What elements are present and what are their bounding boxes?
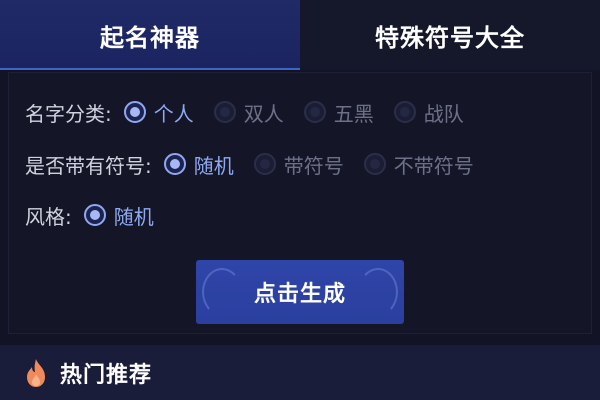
option-label: 随机 <box>193 153 234 178</box>
option-label: 五黑 <box>333 101 374 126</box>
radio-selected-icon[interactable] <box>83 204 106 226</box>
tab-bar: 起名神器 特殊符号大全 <box>0 0 600 70</box>
category-label: 名字分类: <box>25 101 112 126</box>
category-option-team[interactable]: 战队 <box>393 98 464 127</box>
option-label: 带符号 <box>283 153 344 178</box>
symbol-label: 是否带有符号: <box>25 153 152 178</box>
radio-selected-icon[interactable] <box>123 101 146 123</box>
symbol-option-without[interactable]: 不带符号 <box>363 150 474 179</box>
category-option-duo[interactable]: 双人 <box>213 98 284 127</box>
hot-recommendations-header: 热门推荐 <box>0 345 600 400</box>
option-label: 随机 <box>113 204 154 229</box>
generate-button-label: 点击生成 <box>253 282 346 307</box>
radio-unselected-icon[interactable] <box>393 101 416 123</box>
tab-label: 特殊符号大全 <box>375 23 525 52</box>
style-row: 风格: 随机 <box>25 200 170 230</box>
tab-special-symbols[interactable]: 特殊符号大全 <box>300 0 600 70</box>
radio-unselected-icon[interactable] <box>213 101 236 123</box>
radio-unselected-icon[interactable] <box>363 153 386 175</box>
category-row: 名字分类: 个人 双人 五黑 战队 <box>25 97 480 127</box>
option-label: 战队 <box>423 101 464 126</box>
option-label: 个人 <box>153 101 194 126</box>
option-label: 不带符号 <box>393 153 474 178</box>
category-option-personal[interactable]: 个人 <box>123 98 194 127</box>
symbol-row: 是否带有符号: 随机 带符号 不带符号 <box>25 149 490 179</box>
decor-arc-icon <box>358 268 398 316</box>
flame-icon <box>27 358 45 387</box>
tab-label: 起名神器 <box>100 23 200 52</box>
app-window: 起名神器 特殊符号大全 名字分类: 个人 双人 五黑 战队 是否带有符号: 随机… <box>0 0 600 400</box>
option-label: 双人 <box>243 101 284 126</box>
decor-arc-icon <box>202 268 242 316</box>
hot-section-title: 热门推荐 <box>60 362 153 388</box>
symbol-option-with[interactable]: 带符号 <box>253 150 344 179</box>
style-label: 风格: <box>25 204 72 229</box>
style-option-random[interactable]: 随机 <box>83 201 154 230</box>
radio-selected-icon[interactable] <box>163 153 186 175</box>
generate-button[interactable]: 点击生成 <box>196 260 404 324</box>
radio-unselected-icon[interactable] <box>253 153 276 175</box>
symbol-option-random[interactable]: 随机 <box>163 150 234 179</box>
radio-unselected-icon[interactable] <box>303 101 326 123</box>
category-option-five[interactable]: 五黑 <box>303 98 374 127</box>
tab-name-generator[interactable]: 起名神器 <box>0 0 300 70</box>
